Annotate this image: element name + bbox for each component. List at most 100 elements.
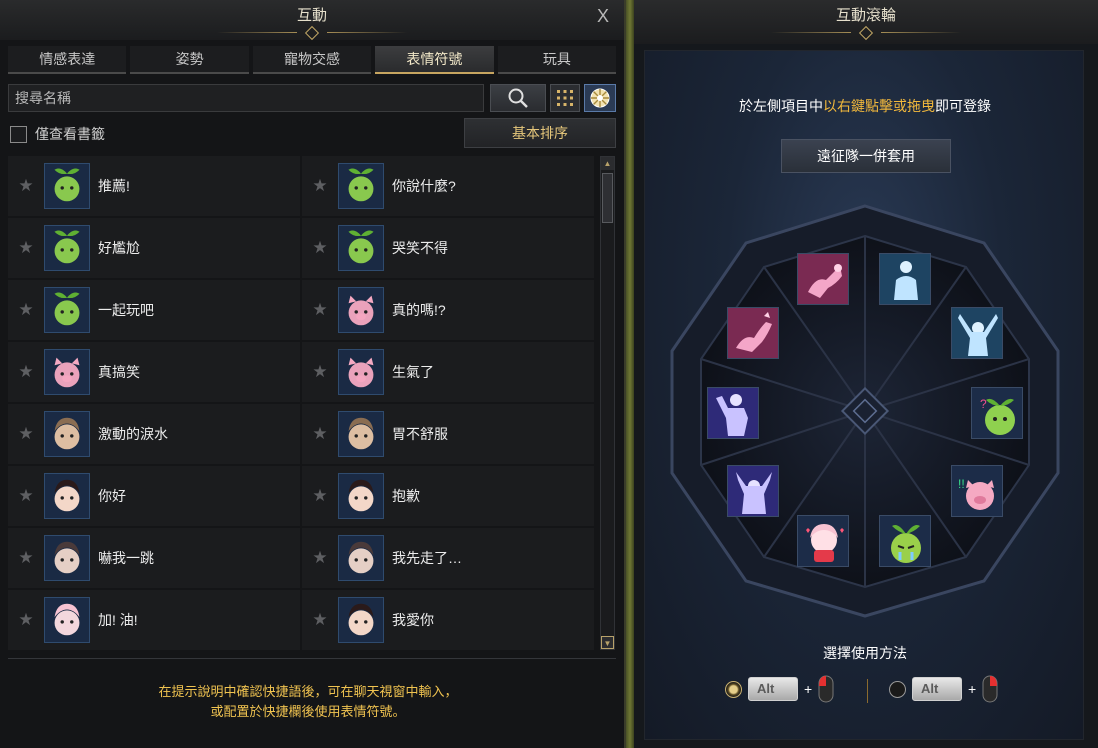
method-radio-2[interactable] <box>889 680 906 698</box>
tab-poses[interactable]: 姿勢 <box>130 46 249 74</box>
tab-bar: 情感表達 姿勢 寵物交感 表情符號 玩具 <box>8 46 617 74</box>
usage-method-label: 選擇使用方法 <box>823 645 907 661</box>
list-item-label: 嚇我一跳 <box>98 550 154 566</box>
wheel-slot-10[interactable] <box>727 307 779 359</box>
sprout-confused-icon: ? <box>972 388 1022 438</box>
instruction-text-highlight: 以右鍵點擊或拖曳 <box>823 98 935 114</box>
bookmark-star-icon[interactable]: ★ <box>8 610 44 630</box>
list-scrollbar[interactable]: ▲ ▼ <box>600 156 615 650</box>
bookmark-star-icon[interactable]: ★ <box>8 176 44 196</box>
list-item[interactable]: ★ 一起玩吧 <box>8 280 300 340</box>
bookmark-star-icon[interactable]: ★ <box>8 300 44 320</box>
man-sick-icon <box>338 411 384 457</box>
mouse-left-click-icon <box>818 675 834 703</box>
wheel-slot-2[interactable] <box>879 253 931 305</box>
sprout-crying-icon <box>880 516 930 566</box>
scroll-thumb[interactable] <box>602 173 613 223</box>
bookmark-star-icon[interactable]: ★ <box>302 424 338 444</box>
bookmark-checkbox[interactable] <box>10 125 27 143</box>
list-item[interactable]: ★ 你說什麼? <box>302 156 594 216</box>
bookmark-star-icon[interactable]: ★ <box>8 362 44 382</box>
list-item[interactable]: ★ 加! 油! <box>8 590 300 650</box>
bookmark-star-icon[interactable]: ★ <box>8 424 44 444</box>
list-item[interactable]: ★ 嚇我一跳 <box>8 528 300 588</box>
pose-vsign-icon <box>728 466 778 516</box>
bookmark-star-icon[interactable]: ★ <box>8 238 44 258</box>
wheel-title: 互動滾輪 <box>835 7 896 24</box>
instruction-text-pre: 於左側項目中 <box>739 98 823 114</box>
bookmark-filter: 僅查看書籤 <box>10 124 105 144</box>
pig-angry-fire-icon <box>338 349 384 395</box>
search-button[interactable] <box>490 84 546 112</box>
list-item-label: 我先走了… <box>392 550 462 566</box>
tab-toys[interactable]: 玩具 <box>497 46 617 74</box>
pet-pose-icon <box>798 254 848 304</box>
bookmark-star-icon[interactable]: ★ <box>302 238 338 258</box>
list-item[interactable]: ★ 推薦! <box>8 156 300 216</box>
list-item[interactable]: ★ 胃不舒服 <box>302 404 594 464</box>
list-item-label: 推薦! <box>98 178 130 194</box>
pig-surprised-icon: !! <box>952 466 1002 516</box>
divider <box>8 658 616 659</box>
bookmark-star-icon[interactable]: ★ <box>302 610 338 630</box>
pig-laughing-icon <box>44 349 90 395</box>
sprout-awkward-icon <box>44 225 90 271</box>
list-item-label: 好尷尬 <box>98 240 140 256</box>
wheel-icon <box>590 88 610 108</box>
list-item[interactable]: ★ 好尷尬 <box>8 218 300 278</box>
search-input[interactable]: 搜尋名稱 <box>8 84 484 112</box>
close-button[interactable]: X <box>594 6 612 26</box>
bookmark-star-icon[interactable]: ★ <box>302 300 338 320</box>
list-item[interactable]: ★ 激動的淚水 <box>8 404 300 464</box>
list-item-label: 你說什麼? <box>392 178 456 194</box>
bookmark-star-icon[interactable]: ★ <box>8 486 44 506</box>
wheel-slot-6[interactable] <box>879 515 931 567</box>
pose-stand-icon <box>880 254 930 304</box>
bookmark-star-icon[interactable]: ★ <box>302 176 338 196</box>
wheel-slot-5[interactable]: !! <box>951 465 1003 517</box>
method-separator <box>867 679 868 703</box>
wheel-slot-9[interactable] <box>707 387 759 439</box>
interaction-panel: 互動 X 情感表達 姿勢 寵物交感 表情符號 玩具 搜尋名稱 僅查看書籤 基本排… <box>0 0 626 748</box>
scroll-up-icon[interactable]: ▲ <box>601 157 614 170</box>
witch-startled-icon <box>44 535 90 581</box>
sprout-play-icon <box>44 287 90 333</box>
list-item[interactable]: ★ 我先走了… <box>302 528 594 588</box>
list-item-label: 哭笑不得 <box>392 240 448 256</box>
mouse-right-click-icon <box>982 675 998 703</box>
bookmark-star-icon[interactable]: ★ <box>302 486 338 506</box>
man-crying-icon <box>44 411 90 457</box>
method-radio-1[interactable] <box>725 680 742 698</box>
interaction-wheel-panel: 互動滾輪 於左側項目中以右鍵點擊或拖曳即可登錄 遠征隊一併套用 ? !! 選擇使… <box>634 0 1098 748</box>
list-item[interactable]: ★ 你好 <box>8 466 300 526</box>
list-item[interactable]: ★ 抱歉 <box>302 466 594 526</box>
list-item[interactable]: ★ 哭笑不得 <box>302 218 594 278</box>
tab-emoticons[interactable]: 表情符號 <box>375 46 494 74</box>
bookmark-label: 僅查看書籤 <box>35 126 105 142</box>
scroll-down-icon[interactable]: ▼ <box>601 636 614 649</box>
bookmark-star-icon[interactable]: ★ <box>302 362 338 382</box>
wheel-slot-1[interactable] <box>797 253 849 305</box>
bookmark-star-icon[interactable]: ★ <box>302 548 338 568</box>
sort-button[interactable]: 基本排序 <box>464 118 616 148</box>
bookmark-star-icon[interactable]: ★ <box>8 548 44 568</box>
tab-pet-interaction[interactable]: 寵物交感 <box>252 46 372 74</box>
search-icon <box>508 88 528 108</box>
hint-line-1: 在提示說明中確認快捷語後，可在聊天視窗中輸入， <box>158 684 458 699</box>
wheel-slot-4[interactable]: ? <box>971 387 1023 439</box>
wheel-slot-3[interactable] <box>951 307 1003 359</box>
apply-to-roster-button[interactable]: 遠征隊一併套用 <box>781 139 951 173</box>
usage-hint: 在提示說明中確認快捷語後，可在聊天視窗中輸入， 或配置於快捷欄後使用表情符號。 <box>8 682 608 722</box>
list-item[interactable]: ★ 我愛你 <box>302 590 594 650</box>
girl-love-icon <box>338 597 384 643</box>
wheel-slot-7[interactable] <box>797 515 849 567</box>
wheel-slot-8[interactable] <box>727 465 779 517</box>
list-item[interactable]: ★ 生氣了 <box>302 342 594 402</box>
tab-emotes[interactable]: 情感表達 <box>8 46 127 74</box>
panel-title: 互動 <box>296 7 327 24</box>
grid-view-button[interactable] <box>550 84 580 112</box>
wheel-view-button[interactable] <box>584 84 616 112</box>
list-item[interactable]: ★ 真的嗎!? <box>302 280 594 340</box>
grid-icon <box>557 90 573 106</box>
list-item[interactable]: ★ 真搞笑 <box>8 342 300 402</box>
